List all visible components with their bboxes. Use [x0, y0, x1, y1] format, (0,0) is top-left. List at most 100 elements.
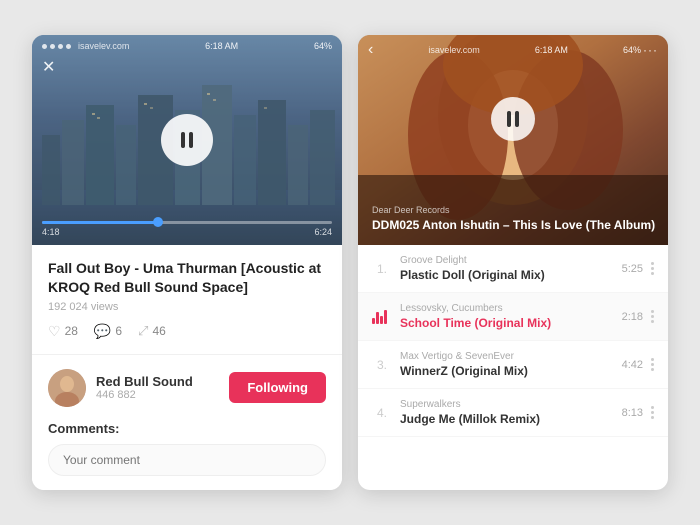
pause-button[interactable]	[161, 114, 213, 166]
channel-info: Red Bull Sound 446 882	[96, 374, 219, 401]
left-time: 6:18 AM	[205, 41, 238, 51]
track-name-1: Plastic Doll (Original Mix)	[400, 268, 622, 282]
signal-dot-2	[50, 44, 55, 49]
track-more-2[interactable]	[651, 310, 654, 323]
track-more-1[interactable]	[651, 262, 654, 275]
left-video-area: isavelev.com 6:18 AM 64% ✕	[32, 35, 342, 245]
track-duration-1: 5:25	[622, 263, 643, 275]
track-details-2: Lessovsky, Cucumbers School Time (Origin…	[400, 303, 622, 330]
right-video-area: ‹ isavelev.com 6:18 AM 64% ··· Dea	[358, 35, 668, 245]
track-duration-3: 4:42	[622, 359, 643, 371]
stats-row: ♡ 28 💬 6 ⤢ 46	[48, 323, 326, 340]
left-battery: 64%	[314, 41, 332, 51]
following-button[interactable]: Following	[229, 372, 326, 403]
bar-1	[372, 318, 375, 324]
track-title: Fall Out Boy - Uma Thurman [Acoustic at …	[48, 259, 326, 295]
bar-3	[380, 316, 383, 324]
left-panel: isavelev.com 6:18 AM 64% ✕	[32, 35, 342, 489]
more-options[interactable]: ···	[643, 43, 658, 57]
signal-dot-1	[42, 44, 47, 49]
ellipsis-dot	[651, 272, 654, 275]
ellipsis-dot	[651, 315, 654, 318]
comments-label: Comments:	[48, 421, 326, 436]
ellipsis-dot	[651, 406, 654, 409]
ellipsis-dot	[651, 262, 654, 265]
channel-row: Red Bull Sound 446 882 Following	[48, 369, 326, 407]
track-number-4: 4.	[372, 406, 392, 420]
comments-stat[interactable]: 💬 6	[94, 323, 122, 340]
progress-track[interactable]	[42, 221, 332, 224]
time-current: 4:18	[42, 227, 60, 237]
progress-bar-area: 4:18 6:24	[32, 213, 342, 245]
ellipsis-dot	[651, 368, 654, 371]
pause-icon	[181, 132, 193, 148]
pause-bar-right	[189, 132, 193, 148]
track-details-4: Superwalkers Judge Me (Millok Remix)	[400, 399, 622, 426]
right-track-title: DDM025 Anton Ishutin – This Is Love (The…	[372, 218, 655, 234]
likes-count: 28	[65, 324, 78, 338]
ellipsis-dot	[651, 310, 654, 313]
left-url: isavelev.com	[78, 41, 129, 51]
track-name-4: Judge Me (Millok Remix)	[400, 412, 622, 426]
right-url: isavelev.com	[428, 45, 479, 55]
playlist-item-3[interactable]: 3. Max Vertigo & SevenEver WinnerZ (Orig…	[358, 341, 668, 389]
playlist: 1. Groove Delight Plastic Doll (Original…	[358, 245, 668, 437]
track-name-3: WinnerZ (Original Mix)	[400, 364, 622, 378]
progress-thumb	[153, 217, 163, 227]
ellipsis-dot	[651, 363, 654, 366]
track-name-2: School Time (Original Mix)	[400, 316, 622, 330]
ellipsis-dot	[651, 411, 654, 414]
track-overlay-info: Dear Deer Records DDM025 Anton Ishutin –…	[372, 205, 655, 234]
time-labels: 4:18 6:24	[42, 227, 332, 237]
close-button[interactable]: ✕	[42, 57, 55, 77]
track-artist-4: Superwalkers	[400, 399, 622, 410]
channel-subs: 446 882	[96, 389, 219, 401]
shares-stat[interactable]: ⤢ 46	[138, 323, 166, 339]
track-more-3[interactable]	[651, 358, 654, 371]
left-status-bar: isavelev.com 6:18 AM 64%	[42, 41, 332, 51]
track-artist-2: Lessovsky, Cucumbers	[400, 303, 622, 314]
track-details-3: Max Vertigo & SevenEver WinnerZ (Origina…	[400, 351, 622, 378]
right-pause-button[interactable]	[491, 97, 535, 141]
track-number-3: 3.	[372, 358, 392, 372]
likes-stat[interactable]: ♡ 28	[48, 323, 78, 340]
track-duration-2: 2:18	[622, 311, 643, 323]
right-panel: ‹ isavelev.com 6:18 AM 64% ··· Dea	[358, 35, 668, 489]
track-artist-1: Groove Delight	[400, 255, 622, 266]
ellipsis-dot	[651, 267, 654, 270]
track-artist-3: Max Vertigo & SevenEver	[400, 351, 622, 362]
right-time: 6:18 AM	[535, 45, 568, 55]
comment-input[interactable]	[48, 444, 326, 476]
ellipsis-dot	[651, 320, 654, 323]
track-details-1: Groove Delight Plastic Doll (Original Mi…	[400, 255, 622, 282]
back-button[interactable]: ‹	[368, 41, 373, 59]
signal-dot-4	[66, 44, 71, 49]
channel-avatar	[48, 369, 86, 407]
bar-2	[376, 312, 379, 324]
progress-fill	[42, 221, 158, 224]
right-battery: 64%	[623, 45, 641, 55]
playlist-item-playing[interactable]: Lessovsky, Cucumbers School Time (Origin…	[358, 293, 668, 341]
comments-count: 6	[115, 324, 122, 338]
time-total: 6:24	[314, 227, 332, 237]
right-pause-bar-left	[507, 111, 511, 127]
signal-dot-3	[58, 44, 63, 49]
ellipsis-dot	[651, 358, 654, 361]
track-more-4[interactable]	[651, 406, 654, 419]
share-icon: ⤢	[138, 323, 148, 339]
heart-icon: ♡	[48, 323, 61, 340]
view-count: 192 024 views	[48, 301, 326, 313]
comment-icon: 💬	[94, 323, 111, 340]
left-info: Fall Out Boy - Uma Thurman [Acoustic at …	[32, 245, 342, 489]
track-label: Dear Deer Records	[372, 205, 655, 215]
shares-count: 46	[152, 324, 165, 338]
track-duration-4: 8:13	[622, 407, 643, 419]
playing-bars-icon	[372, 310, 392, 324]
bar-4	[384, 310, 387, 324]
playlist-item-4[interactable]: 4. Superwalkers Judge Me (Millok Remix) …	[358, 389, 668, 437]
playlist-item[interactable]: 1. Groove Delight Plastic Doll (Original…	[358, 245, 668, 293]
ellipsis-dot	[651, 416, 654, 419]
right-pause-icon	[507, 111, 519, 127]
track-number-1: 1.	[372, 262, 392, 276]
right-pause-bar-right	[515, 111, 519, 127]
